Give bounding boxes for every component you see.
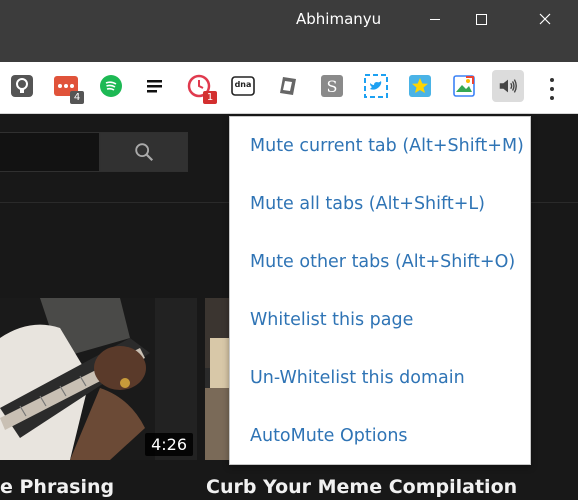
bulb-extension-icon[interactable] [10, 74, 34, 98]
video-title[interactable]: e Phrasing [0, 476, 114, 498]
twitter-extension-icon[interactable] [364, 74, 388, 98]
dna-label: dna [234, 80, 252, 89]
tab-counter-extension-icon[interactable]: 4 [54, 74, 84, 104]
automute-options-link[interactable]: AutoMute Options [250, 426, 408, 446]
clock-extension-icon[interactable]: 1 [187, 74, 217, 104]
mute-all-tabs-link[interactable]: Mute all tabs (Alt+Shift+L) [250, 194, 485, 214]
image-extension-icon[interactable] [452, 74, 476, 98]
video-thumbnail[interactable]: 4:26 [0, 298, 197, 460]
todoist-extension-icon[interactable] [143, 74, 167, 98]
unwhitelist-domain-link[interactable]: Un-Whitelist this domain [250, 368, 465, 388]
s-extension-icon[interactable]: S [320, 74, 344, 98]
search-input[interactable] [0, 132, 100, 172]
extensions-toolbar: 4 1 dna S [0, 62, 578, 114]
svg-text:S: S [327, 77, 338, 96]
hexagon-extension-icon[interactable] [276, 74, 300, 98]
automute-speaker-icon[interactable] [492, 70, 524, 102]
mute-other-tabs-link[interactable]: Mute other tabs (Alt+Shift+O) [250, 252, 515, 272]
title-bar: Abhimanyu [0, 0, 578, 62]
maximize-icon [475, 13, 487, 25]
profile-name[interactable]: Abhimanyu [296, 10, 381, 28]
search-icon [135, 143, 154, 162]
close-button[interactable] [522, 4, 568, 34]
close-icon [539, 13, 551, 25]
minimize-button[interactable] [412, 4, 458, 34]
maximize-button[interactable] [458, 4, 504, 34]
minimize-icon [430, 18, 440, 20]
automute-popup-menu: Mute current tab (Alt+Shift+M) Mute all … [229, 116, 531, 465]
star-extension-icon[interactable] [408, 74, 432, 98]
spotify-extension-icon[interactable] [99, 74, 123, 98]
clock-badge: 1 [203, 91, 217, 104]
mute-current-tab-link[interactable]: Mute current tab (Alt+Shift+M) [250, 136, 524, 156]
kebab-menu-icon[interactable] [546, 78, 558, 100]
search-button[interactable] [100, 132, 188, 172]
whitelist-page-link[interactable]: Whitelist this page [250, 310, 413, 330]
video-title[interactable]: Curb Your Meme Compilation [206, 476, 517, 498]
tab-count-badge: 4 [70, 91, 84, 104]
video-duration: 4:26 [145, 433, 193, 456]
dna-extension-icon[interactable]: dna [231, 74, 255, 98]
